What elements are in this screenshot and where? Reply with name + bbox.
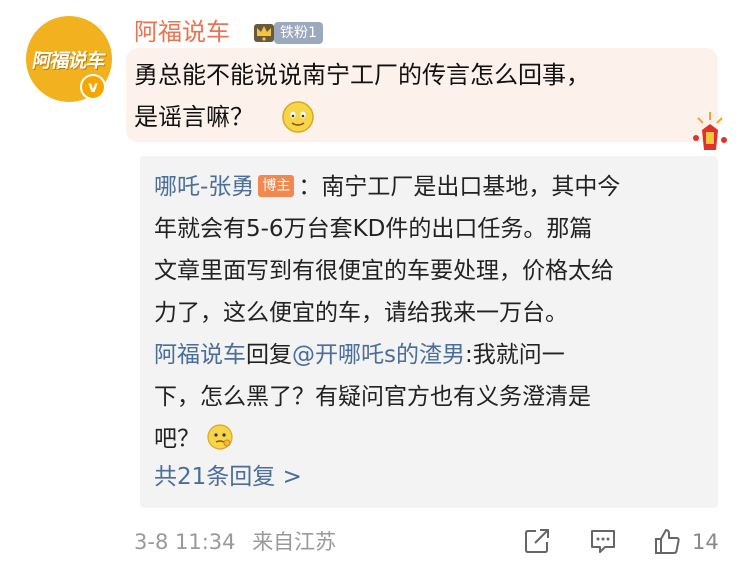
- smile-emoji-icon: [282, 101, 314, 133]
- blogger-name-link[interactable]: 哪吒-张勇: [154, 174, 254, 200]
- avatar-logo-text: 阿福说车: [30, 49, 107, 72]
- blogger-reply-text-1: ：南宁工厂是出口基地，其中今: [298, 174, 621, 200]
- like-icon[interactable]: [652, 526, 682, 556]
- comment-text[interactable]: 勇总能不能说说南宁工厂的传言怎么回事， 是谣言嘛？: [134, 54, 654, 138]
- user-reply-text-1: :我就问一: [464, 342, 565, 368]
- user-reply-line-2: 下，怎么黑了？有疑问官方也有义务澄清是: [154, 384, 591, 410]
- comment-line-1: 勇总能不能说说南宁工厂的传言怎么回事，: [134, 61, 590, 89]
- fan-level-badge[interactable]: 铁粉1: [274, 22, 323, 44]
- verified-badge-icon: v: [80, 74, 106, 100]
- blogger-reply-line-3: 文章里面写到有很便宜的车要处理，价格太给: [154, 258, 614, 284]
- comment-location: 来自江苏: [252, 530, 337, 554]
- share-icon[interactable]: [522, 526, 552, 556]
- user-reply-line-3: 吧？: [154, 418, 704, 460]
- user-reply-line-1: 阿福说车回复@开哪吒s的渣男:我就问一: [154, 334, 704, 376]
- blogger-tag: 博主: [258, 175, 295, 197]
- reply-verb: 回复: [246, 342, 292, 368]
- think-emoji-icon: [207, 424, 233, 450]
- like-count: 14: [692, 530, 719, 554]
- blogger-reply-line-2: 年就会有5-6万台套KD件的出口任务。那篇: [154, 216, 593, 242]
- comment-username[interactable]: 阿福说车: [134, 14, 230, 50]
- comment-line-2: 是谣言嘛？: [134, 103, 254, 131]
- comment-meta: 3-8 11:34 来自江苏: [134, 524, 336, 560]
- fireworks-icon: [693, 112, 727, 150]
- blogger-reply-line-4: 力了，这么便宜的车，请给我来一万台。: [154, 300, 568, 326]
- user-reply-text-3: 吧？: [154, 426, 200, 452]
- comment-icon[interactable]: [588, 526, 618, 556]
- blogger-reply-line-1: 哪吒-张勇 博主 ：南宁工厂是出口基地，其中今: [154, 166, 704, 208]
- comment-date: 3-8 11:34: [134, 530, 236, 554]
- reply-author-link[interactable]: 阿福说车: [154, 342, 246, 368]
- more-replies-link[interactable]: 共21条回复 >: [154, 456, 302, 498]
- reply-target-link[interactable]: @开哪吒s的渣男: [292, 342, 465, 368]
